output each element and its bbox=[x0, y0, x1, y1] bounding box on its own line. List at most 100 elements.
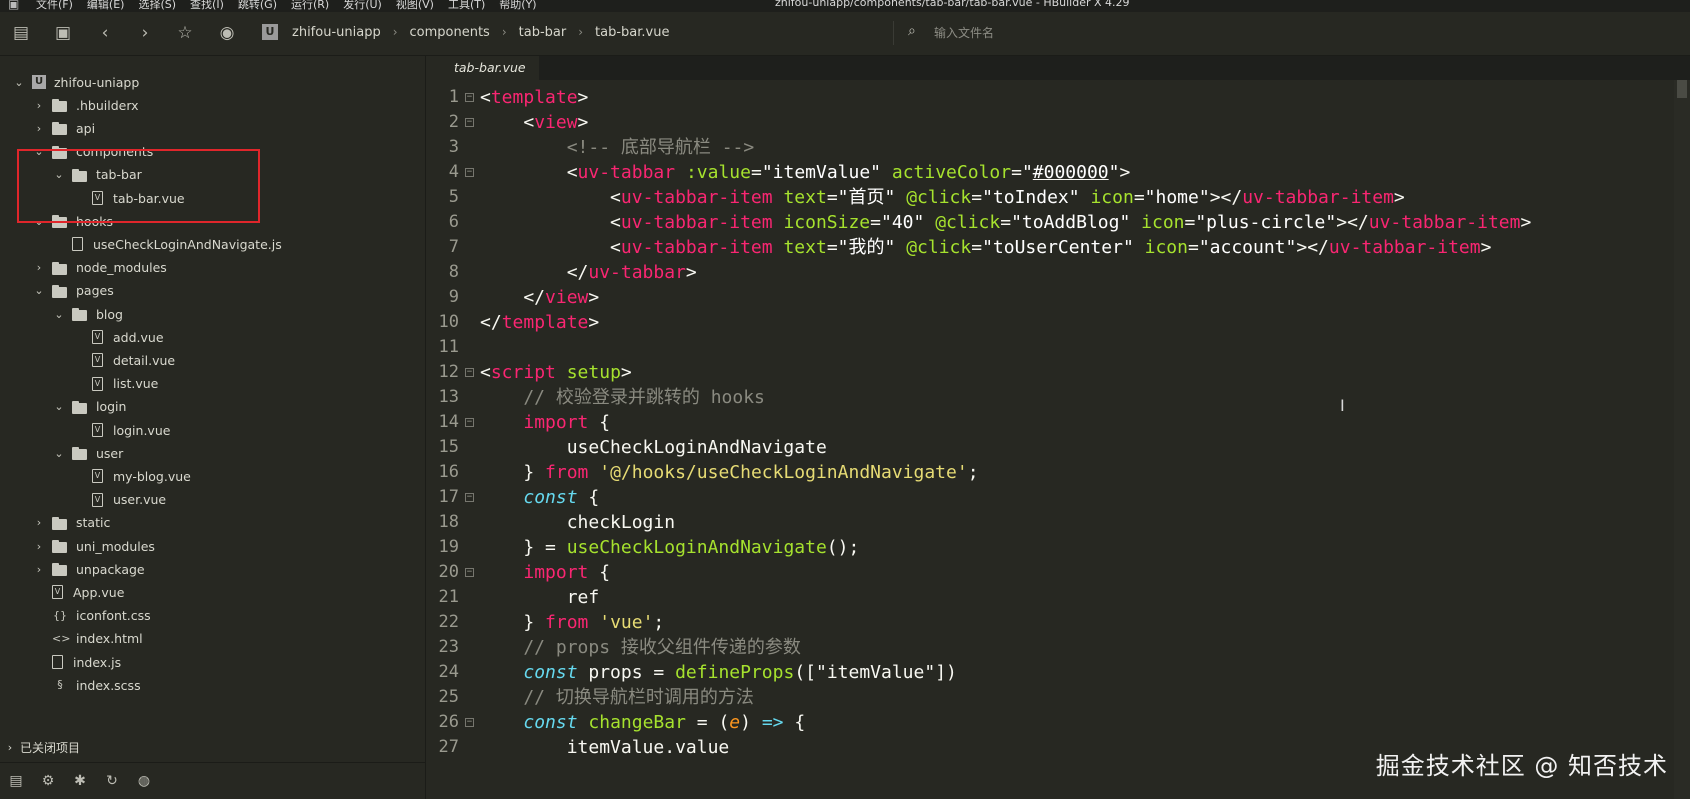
menu-item[interactable]: 选择(S) bbox=[138, 0, 176, 12]
star-icon[interactable]: ☆ bbox=[174, 22, 196, 44]
tree-item[interactable]: › unpackage bbox=[0, 557, 420, 581]
refresh-icon[interactable]: ↻ bbox=[102, 773, 122, 789]
chevron-down-icon[interactable]: ⌄ bbox=[12, 76, 26, 89]
menu-item[interactable]: 帮助(Y) bbox=[499, 0, 536, 12]
tree-item[interactable]: › node_modules bbox=[0, 256, 420, 280]
explorer-icon[interactable]: ▤ bbox=[6, 773, 26, 789]
code-token: script bbox=[490, 362, 556, 383]
sidebar-bottom-bar: ▤ ⚙ ✱ ↻ ◍ bbox=[0, 762, 426, 799]
plugin-icon[interactable]: ◍ bbox=[134, 773, 154, 789]
tab-tab-bar-vue[interactable]: tab-bar.vue bbox=[427, 56, 539, 80]
folder-icon bbox=[52, 98, 68, 113]
fold-toggle-icon[interactable]: − bbox=[465, 718, 474, 727]
code-token: uv-tabbar bbox=[577, 162, 676, 183]
tree-item[interactable]: › uni_modules bbox=[0, 534, 420, 558]
code-token: " bbox=[1108, 162, 1120, 183]
tree-item[interactable]: ⌄ login bbox=[0, 395, 420, 419]
code-text: <!-- 底部导航栏 --> bbox=[480, 134, 755, 161]
tree-item[interactable]: Vdetail.vue bbox=[0, 348, 420, 372]
chevron-right-icon[interactable]: › bbox=[32, 99, 46, 112]
source-control-icon[interactable]: ⚙ bbox=[38, 773, 58, 789]
chevron-right-icon[interactable]: › bbox=[32, 261, 46, 274]
tree-item[interactable]: Vlist.vue bbox=[0, 372, 420, 396]
tree-item[interactable]: § index.scss bbox=[0, 673, 420, 697]
code-token: useCheckLoginAndNavigate bbox=[566, 537, 827, 558]
menu-item[interactable]: 文件(F) bbox=[36, 0, 73, 12]
tree-item[interactable]: Vlogin.vue bbox=[0, 418, 420, 442]
tree-item[interactable]: {} iconfont.css bbox=[0, 604, 420, 628]
tree-item[interactable]: <> index.html bbox=[0, 627, 420, 651]
tree-item[interactable]: › static bbox=[0, 511, 420, 535]
breadcrumb-item[interactable]: components bbox=[410, 25, 490, 40]
code-line: 23 // props 接收父组件传递的参数 bbox=[427, 634, 1674, 661]
tree-item-label: login.vue bbox=[113, 422, 171, 438]
menu-item[interactable]: 工具(T) bbox=[448, 0, 485, 12]
forward-arrow-icon[interactable]: › bbox=[134, 22, 156, 44]
tree-item[interactable]: Vmy-blog.vue bbox=[0, 464, 420, 488]
menu-item[interactable]: 查找(I) bbox=[190, 0, 224, 12]
tree-item[interactable]: ⌄ pages bbox=[0, 279, 420, 303]
chevron-down-icon[interactable]: ⌄ bbox=[32, 284, 46, 297]
menu-item[interactable]: 视图(V) bbox=[396, 0, 434, 12]
code-editor: tab-bar.vue 1− <template> 2− <view> 3 <!-- … bbox=[427, 56, 1690, 799]
tree-item[interactable]: ⌄ Uzhifou-uniapp bbox=[0, 70, 420, 94]
tree-item[interactable]: index.js bbox=[0, 650, 420, 674]
tree-item[interactable]: useCheckLoginAndNavigate.js bbox=[0, 232, 420, 256]
closed-projects[interactable]: › 已关闭项目 bbox=[0, 736, 426, 758]
tree-item[interactable]: ⌄ blog bbox=[0, 302, 420, 326]
fold-toggle-icon[interactable]: − bbox=[465, 493, 474, 502]
fold-toggle-icon[interactable]: − bbox=[465, 368, 474, 377]
debug-icon[interactable]: ✱ bbox=[70, 773, 90, 789]
save-icon[interactable]: ▣ bbox=[52, 22, 74, 44]
fold-toggle-icon[interactable]: − bbox=[465, 93, 474, 102]
code-area[interactable]: 1− <template> 2− <view> 3 <!-- 底部导航栏 --> 4− … bbox=[427, 84, 1674, 799]
code-text: // 切换导航栏时调用的方法 bbox=[480, 684, 754, 711]
chevron-down-icon[interactable]: ⌄ bbox=[52, 400, 66, 413]
code-token: icon bbox=[1144, 237, 1188, 258]
breadcrumb-item[interactable]: tab-bar.vue bbox=[595, 25, 669, 40]
chevron-right-icon[interactable]: › bbox=[32, 516, 46, 529]
fold-toggle-icon[interactable]: − bbox=[465, 418, 474, 427]
fold-toggle-icon[interactable]: − bbox=[465, 168, 474, 177]
menu-item[interactable]: 跳转(G) bbox=[238, 0, 277, 12]
breadcrumb-item[interactable]: zhifou-uniapp bbox=[292, 25, 381, 40]
fold-toggle-icon[interactable]: − bbox=[465, 118, 474, 127]
code-line: 2− <view> bbox=[427, 109, 1674, 136]
code-token: = bbox=[1011, 162, 1022, 183]
vue-file-icon: V bbox=[92, 469, 103, 484]
code-token: const bbox=[523, 487, 578, 508]
breadcrumb-item[interactable]: tab-bar bbox=[519, 25, 567, 40]
tree-item[interactable]: Vadd.vue bbox=[0, 325, 420, 349]
vertical-scrollbar[interactable] bbox=[1674, 80, 1690, 799]
menu-item[interactable]: 运行(R) bbox=[291, 0, 329, 12]
line-number: 22 bbox=[438, 612, 459, 632]
chevron-right-icon[interactable]: › bbox=[32, 540, 46, 553]
code-token: uv-tabbar bbox=[588, 262, 686, 283]
chevron-down-icon[interactable]: ⌄ bbox=[52, 308, 66, 321]
hbuilder-logo-icon: ▣ bbox=[8, 0, 20, 11]
scrollbar-thumb[interactable] bbox=[1677, 80, 1687, 98]
run-icon[interactable]: ◉ bbox=[216, 22, 238, 44]
chevron-down-icon[interactable]: ⌄ bbox=[52, 447, 66, 460]
back-arrow-icon[interactable]: ‹ bbox=[94, 22, 116, 44]
file-search-input[interactable] bbox=[934, 22, 1194, 44]
chevron-right-icon[interactable]: › bbox=[32, 122, 46, 135]
chevron-right-icon[interactable]: › bbox=[32, 563, 46, 576]
fold-toggle-icon[interactable]: − bbox=[465, 568, 474, 577]
code-token: < bbox=[480, 362, 491, 383]
toggle-sidebar-icon[interactable]: ▤ bbox=[10, 22, 32, 44]
tree-item[interactable]: › .hbuilderx bbox=[0, 93, 420, 117]
code-token: = bbox=[750, 162, 762, 183]
tree-item[interactable]: Vuser.vue bbox=[0, 488, 420, 512]
tree-item[interactable]: › api bbox=[0, 116, 420, 140]
tree-item[interactable]: V App.vue bbox=[0, 580, 420, 604]
menu-item[interactable]: 编辑(E) bbox=[87, 0, 125, 12]
code-text: } = useCheckLoginAndNavigate(); bbox=[480, 534, 859, 561]
code-token: ></ bbox=[1296, 237, 1329, 258]
menu-items: 文件(F) 编辑(E) 选择(S) 查找(I) 跳转(G) 运行(R) 发行(U) 视图(V)… bbox=[36, 0, 537, 12]
menu-item[interactable]: 发行(U) bbox=[343, 0, 382, 12]
tree-item[interactable]: ⌄ user bbox=[0, 441, 420, 465]
